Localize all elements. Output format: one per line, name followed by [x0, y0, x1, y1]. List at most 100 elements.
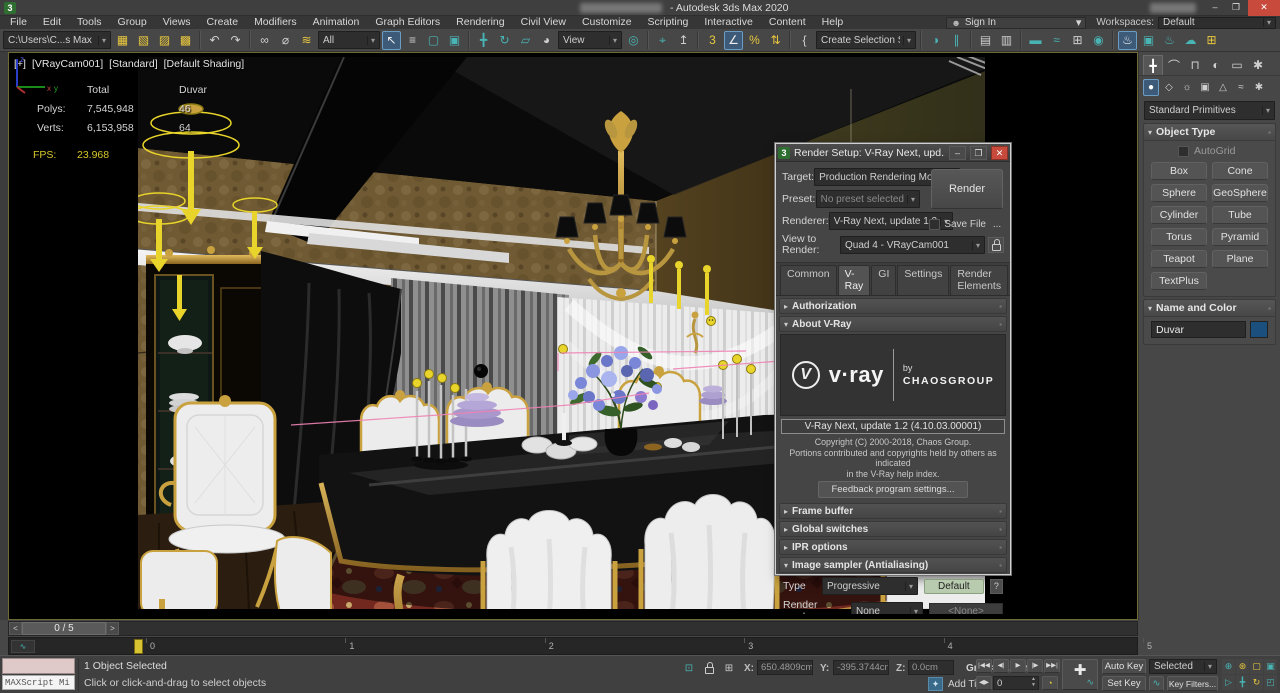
menu-item-file[interactable]: File — [2, 16, 35, 29]
new-key-default-tangent-button[interactable]: ∿ — [1149, 676, 1164, 691]
next-frame-button[interactable]: |▶ — [1027, 659, 1043, 673]
feedback-settings-button[interactable]: Feedback program settings... — [818, 481, 967, 498]
select-and-manipulate-icon[interactable]: ⌖ — [653, 31, 672, 50]
render-production-icon[interactable]: ♨ — [1160, 31, 1179, 50]
rollout-ipr-options[interactable]: ▸IPR options▪ — [779, 539, 1007, 555]
create-sphere-button[interactable]: Sphere — [1151, 184, 1207, 202]
tab-modify[interactable]: ⌒ — [1164, 55, 1184, 75]
create-geosphere-button[interactable]: GeoSphere — [1212, 184, 1268, 202]
subtab-shapes[interactable]: ◇ — [1161, 79, 1177, 96]
help-button[interactable]: ? — [990, 579, 1003, 594]
select-object-icon[interactable]: ↖ — [382, 31, 401, 50]
previous-frame-button[interactable]: ◀| — [993, 659, 1009, 673]
close-button[interactable]: ✕ — [1248, 0, 1280, 16]
set-keys-button[interactable]: ✚ ∿ — [1062, 659, 1098, 690]
unlink-selection-icon[interactable]: ⌀ — [276, 31, 295, 50]
subtab-space-warps[interactable]: ≈ — [1233, 79, 1249, 96]
auto-key-button[interactable]: Auto Key — [1102, 659, 1146, 674]
tab-display[interactable]: ▭ — [1227, 55, 1247, 75]
x-coord-field[interactable]: 650.4809cm — [757, 660, 813, 675]
render-presets-icon[interactable]: ⊞ — [1202, 31, 1221, 50]
object-color-swatch[interactable] — [1250, 321, 1268, 338]
field-of-view-icon[interactable]: ▷ — [1222, 675, 1235, 690]
viewport-style-menu[interactable]: [Standard] — [109, 58, 157, 70]
create-textplus-button[interactable]: TextPlus — [1151, 272, 1207, 290]
render-dialog-titlebar[interactable]: 3 Render Setup: V-Ray Next, upd... – ❐ ✕ — [776, 144, 1010, 162]
curve-editor-icon[interactable]: ≈ — [1047, 31, 1066, 50]
reference-coordinate-dropdown[interactable]: View▾ — [558, 31, 622, 49]
view-to-render-dropdown[interactable]: Quad 4 - VRayCam001 ▾ — [840, 236, 985, 254]
orbit-icon[interactable]: ↻ — [1250, 675, 1263, 690]
zoom-extents-icon[interactable]: ▢ — [1250, 659, 1263, 674]
y-coord-field[interactable]: -395.3744cm — [833, 660, 889, 675]
rollout-image-sampler[interactable]: ▾ Image sampler (Antialiasing) ▪ — [779, 557, 1007, 573]
dialog-maximize-button[interactable]: ❐ — [970, 146, 987, 160]
snap-toggle-3d-icon[interactable]: 3 — [703, 31, 722, 50]
toggle-layer-explorer-icon[interactable]: ▥ — [997, 31, 1016, 50]
create-tube-button[interactable]: Tube — [1212, 206, 1268, 224]
save-file-browse-button[interactable]: ... — [990, 219, 1004, 230]
save-file-checkbox[interactable] — [929, 219, 940, 230]
named-selection-set-dropdown[interactable]: Create Selection Se▾ — [816, 31, 916, 49]
menu-item-tools[interactable]: Tools — [69, 16, 110, 29]
create-torus-button[interactable]: Torus — [1151, 228, 1207, 246]
window-crossing-icon[interactable]: ▣ — [445, 31, 464, 50]
preset-dropdown[interactable]: No preset selected ▾ — [816, 190, 920, 208]
menu-item-civil-view[interactable]: Civil View — [513, 16, 574, 29]
go-to-start-button[interactable]: |◀◀ — [976, 659, 992, 673]
go-to-end-button[interactable]: ▶▶| — [1044, 659, 1060, 673]
select-by-name-icon[interactable]: ≡ — [403, 31, 422, 50]
menu-item-rendering[interactable]: Rendering — [448, 16, 512, 29]
undo-icon[interactable]: ↶ — [205, 31, 224, 50]
keyboard-shortcut-override-icon[interactable]: ↥ — [674, 31, 693, 50]
menu-item-group[interactable]: Group — [110, 16, 155, 29]
spinner-snap-icon[interactable]: ⇅ — [766, 31, 785, 50]
workspace-dropdown[interactable]: Default ▾ — [1158, 17, 1276, 29]
play-button[interactable]: ▶ — [1010, 659, 1026, 673]
time-slider-track[interactable]: < 0 / 5 > — [8, 621, 1138, 636]
current-frame-marker[interactable] — [134, 639, 143, 654]
subtab-lights[interactable]: ☼ — [1179, 79, 1195, 96]
previous-frame-nub[interactable]: < — [9, 622, 22, 635]
track-bar[interactable]: ∿ 012345 — [8, 637, 1138, 655]
angle-snap-icon[interactable]: ∠ — [724, 31, 743, 50]
create-plane-button[interactable]: Plane — [1212, 250, 1268, 268]
saved-scene-explorers-icon[interactable]: ▩ — [176, 31, 195, 50]
new-scene-explorer-icon[interactable]: ▧ — [134, 31, 153, 50]
render-mask-target-button[interactable]: <None> — [929, 603, 1003, 614]
object-type-header[interactable]: ▾ Object Type ▪ — [1144, 124, 1275, 141]
tab-utilities[interactable]: ✱ — [1248, 55, 1268, 75]
render-tab-common[interactable]: Common — [780, 265, 837, 295]
create-teapot-button[interactable]: Teapot — [1151, 250, 1207, 268]
toggle-scene-explorer-window-icon[interactable]: ▦ — [113, 31, 132, 50]
create-cone-button[interactable]: Cone — [1212, 162, 1268, 180]
dialog-close-button[interactable]: ✕ — [991, 146, 1008, 160]
subtab-helpers[interactable]: △ — [1215, 79, 1231, 96]
selection-filter-dropdown[interactable]: All▾ — [318, 31, 380, 49]
use-pivot-center-icon[interactable]: ◎ — [624, 31, 643, 50]
subtab-systems[interactable]: ✱ — [1251, 79, 1267, 96]
schematic-view-icon[interactable]: ⊞ — [1068, 31, 1087, 50]
select-and-place-icon[interactable]: ◕ — [537, 31, 556, 50]
percent-snap-icon[interactable]: % — [745, 31, 764, 50]
rollout-authorization[interactable]: ▸ Authorization ▪ — [779, 298, 1007, 314]
toggle-scene-explorer-icon[interactable]: ▤ — [976, 31, 995, 50]
selection-lock-icon[interactable] — [701, 661, 717, 676]
maximize-button[interactable]: ❐ — [1228, 0, 1244, 16]
render-tab-render-elements[interactable]: Render Elements — [950, 265, 1008, 295]
render-tab-v-ray[interactable]: V-Ray — [838, 265, 871, 295]
time-configuration-button[interactable]: ◔ — [1042, 676, 1058, 690]
tab-motion[interactable]: ◐ — [1206, 55, 1226, 75]
autogrid-checkbox[interactable] — [1178, 146, 1189, 157]
subtab-geometry[interactable]: ● — [1143, 79, 1159, 96]
menu-item-animation[interactable]: Animation — [305, 16, 368, 29]
render-mask-dropdown[interactable]: None ▾ — [851, 602, 923, 614]
edit-named-selection-sets-icon[interactable]: { — [795, 31, 814, 50]
menu-item-scripting[interactable]: Scripting — [640, 16, 697, 29]
tab-hierarchy[interactable]: ⊓ — [1185, 55, 1205, 75]
menu-item-create[interactable]: Create — [199, 16, 247, 29]
menu-item-edit[interactable]: Edit — [35, 16, 69, 29]
time-slider-handle[interactable]: 0 / 5 — [22, 622, 106, 635]
key-mode-dropdown[interactable]: Selected ▾ — [1149, 659, 1217, 674]
absolute-offset-toggle-icon[interactable]: ⊞ — [721, 661, 737, 676]
